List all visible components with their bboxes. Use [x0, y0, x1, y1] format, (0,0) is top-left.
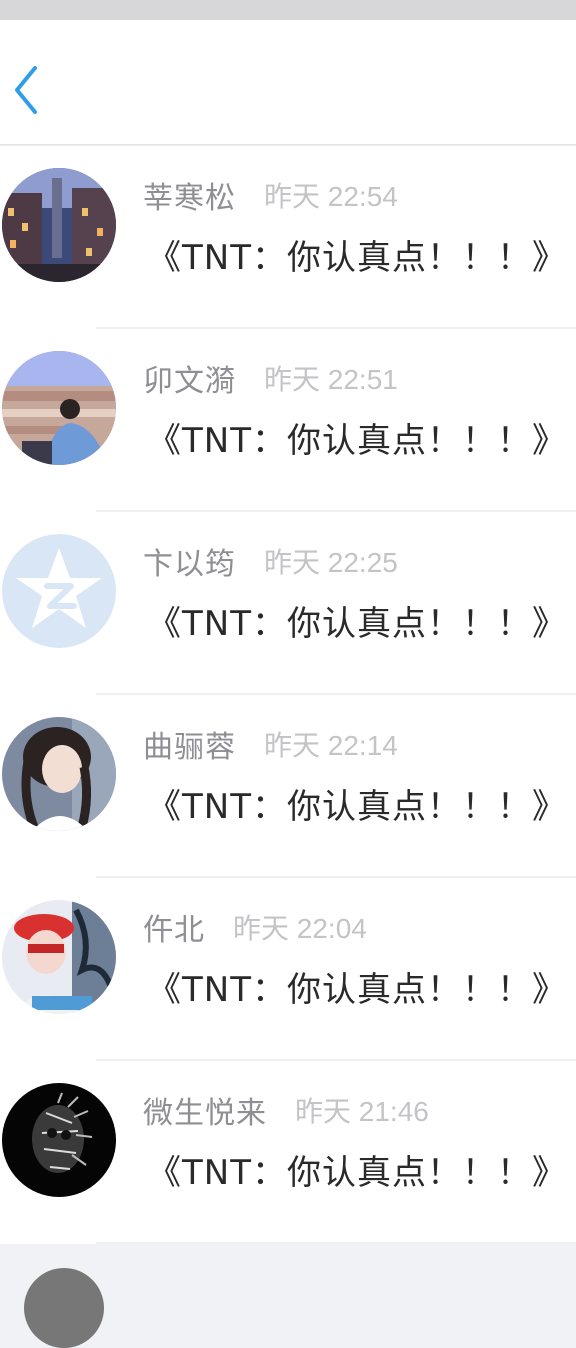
sender-name: 曲骊蓉 — [143, 730, 236, 765]
message-text: 《TNT：你认真点！！！》 — [147, 1153, 567, 1193]
message-text: 《TNT：你认真点！！！》 — [147, 604, 567, 644]
list-item[interactable]: 卯文漪 昨天 22:51 《TNT：你认真点！！！》 — [0, 329, 576, 512]
chevron-left-icon — [15, 66, 37, 114]
timestamp: 昨天 22:51 — [264, 364, 398, 395]
sender-name: 卞以筠 — [143, 547, 236, 582]
boy-cityscape-icon[interactable] — [2, 351, 116, 465]
dark-skull-icon[interactable] — [2, 1083, 116, 1197]
message-text: 《TNT：你认真点！！！》 — [147, 238, 567, 278]
sender-name: 卯文漪 — [143, 364, 236, 399]
list-item[interactable]: 莘寒松 昨天 22:54 《TNT：你认真点！！！》 — [0, 146, 576, 329]
back-button[interactable] — [6, 60, 46, 120]
message-list: 莘寒松 昨天 22:54 《TNT：你认真点！！！》 卯文漪 昨天 22:51 — [0, 146, 576, 1244]
list-item[interactable]: 曲骊蓉 昨天 22:14 《TNT：你认真点！！！》 — [0, 695, 576, 878]
top-nav-bar — [0, 20, 576, 145]
girl-red-hat-icon[interactable] — [2, 900, 116, 1014]
message-text: 《TNT：你认真点！！！》 — [147, 787, 567, 827]
girl-braids-icon[interactable] — [2, 717, 116, 831]
list-item[interactable]: 卞以筠 昨天 22:25 《TNT：你认真点！！！》 — [0, 512, 576, 695]
timestamp: 昨天 22:04 — [233, 913, 367, 944]
status-bar — [0, 0, 576, 20]
timestamp: 昨天 21:46 — [295, 1096, 429, 1127]
message-text: 《TNT：你认真点！！！》 — [147, 970, 567, 1010]
divider — [96, 1242, 576, 1244]
list-item[interactable]: 微生悦来 昨天 21:46 《TNT：你认真点！！！》 — [0, 1061, 576, 1244]
city-night-icon[interactable] — [2, 168, 116, 282]
sender-name: 莘寒松 — [143, 181, 236, 216]
sender-name: 仵北 — [143, 913, 205, 948]
message-text: 《TNT：你认真点！！！》 — [147, 421, 567, 461]
sender-name: 微生悦来 — [143, 1096, 267, 1131]
avatar[interactable] — [24, 1268, 104, 1348]
qzone-star-icon[interactable] — [2, 534, 116, 648]
timestamp: 昨天 22:54 — [264, 181, 398, 212]
timestamp: 昨天 22:25 — [264, 547, 398, 578]
timestamp: 昨天 22:14 — [264, 730, 398, 761]
list-item[interactable]: 仵北 昨天 22:04 《TNT：你认真点！！！》 — [0, 878, 576, 1061]
